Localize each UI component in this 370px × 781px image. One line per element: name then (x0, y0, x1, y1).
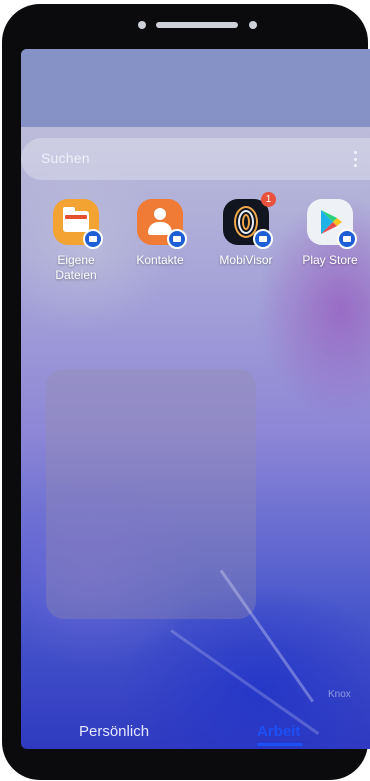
camera-dot (138, 21, 146, 29)
work-profile-badge-icon (253, 229, 273, 249)
app-play-store[interactable]: Play Store (291, 199, 369, 268)
status-area (21, 49, 370, 127)
active-tab-indicator (257, 743, 303, 746)
more-options-icon[interactable] (353, 151, 357, 167)
phone-frame: Suchen Eigene Dateien Kontakte 1 MobiVis… (2, 4, 370, 780)
wallpaper-shape (46, 369, 256, 619)
app-mobivisor[interactable]: 1 MobiVisor (207, 192, 285, 268)
fingerprint-icon[interactable]: 1 (223, 192, 276, 249)
work-profile-badge-icon (83, 229, 103, 249)
contacts-icon[interactable] (137, 199, 187, 249)
wallpaper-streak (219, 569, 315, 703)
earpiece-speaker (156, 22, 238, 28)
work-profile-badge-icon (167, 229, 187, 249)
play-store-icon[interactable] (307, 199, 357, 249)
app-eigene-dateien[interactable]: Eigene Dateien (37, 199, 115, 283)
app-label: Kontakte (136, 253, 184, 267)
knox-watermark: Knox (328, 689, 351, 700)
app-kontakte[interactable]: Kontakte (121, 199, 199, 268)
search-placeholder[interactable]: Suchen (41, 150, 90, 166)
tab-work[interactable]: Arbeit (257, 723, 300, 740)
work-profile-badge-icon (337, 229, 357, 249)
app-label: Play Store (302, 253, 358, 267)
app-label: Eigene Dateien (55, 253, 97, 282)
folder-icon[interactable] (53, 199, 103, 249)
search-bar[interactable]: Suchen (21, 138, 370, 180)
app-drawer-screen: Suchen Eigene Dateien Kontakte 1 MobiVis… (21, 49, 370, 749)
app-label: MobiVisor (219, 253, 273, 267)
sensor-dot (249, 21, 257, 29)
tab-personal[interactable]: Persönlich (79, 723, 149, 740)
profile-tabs: Persönlich Arbeit (21, 721, 370, 749)
notification-badge: 1 (261, 192, 276, 207)
